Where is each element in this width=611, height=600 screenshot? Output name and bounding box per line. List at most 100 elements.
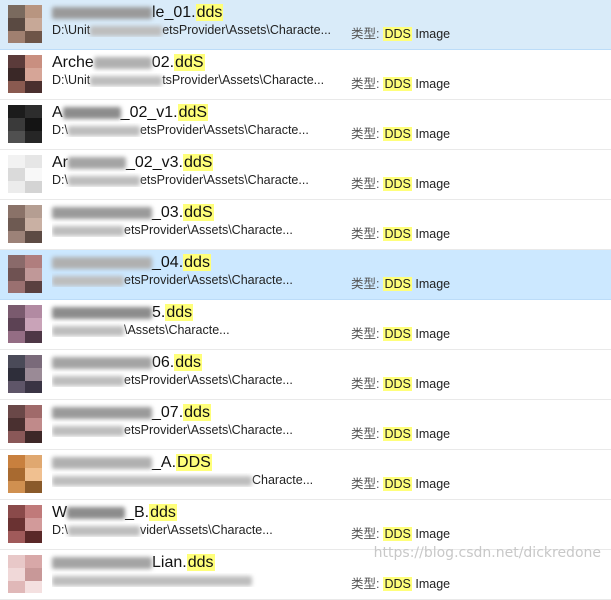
file-thumbnail bbox=[8, 155, 42, 193]
file-extension-highlight: dds bbox=[165, 304, 194, 321]
file-type: 类型: DDS Image bbox=[351, 423, 450, 442]
file-type-highlight: DDS bbox=[383, 277, 412, 291]
file-name-suffix: _07. bbox=[152, 404, 184, 421]
file-type: 类型: DDS Image bbox=[351, 373, 450, 392]
file-type-value: Image bbox=[411, 127, 451, 141]
file-path-suffix: etsProvider\Assets\Characte... bbox=[124, 223, 293, 237]
redacted-text bbox=[52, 575, 252, 586]
redacted-text bbox=[67, 125, 140, 136]
file-extension-highlight: ddS bbox=[177, 104, 209, 121]
file-type-value: Image bbox=[411, 277, 451, 291]
file-type-highlight: DDS bbox=[383, 127, 412, 141]
file-extension-highlight: dds bbox=[174, 354, 203, 371]
file-thumbnail bbox=[8, 205, 42, 243]
file-path: D:\ etsProvider\Assets\Characte... bbox=[52, 173, 338, 187]
file-type-value: Image bbox=[411, 527, 451, 541]
file-path: D:\ vider\Assets\Characte... bbox=[52, 523, 338, 537]
file-path: D:\ etsProvider\Assets\Characte... bbox=[52, 123, 338, 137]
file-row[interactable]: _A.DDS Characte... 类型: DDS Image bbox=[0, 450, 611, 500]
redacted-text bbox=[52, 375, 124, 386]
redacted-text bbox=[67, 525, 140, 536]
file-row[interactable]: A _02_v1.ddS D:\ etsProvider\Assets\Charact… bbox=[0, 100, 611, 150]
file-thumbnail bbox=[8, 405, 42, 443]
file-thumbnail bbox=[8, 555, 42, 593]
file-name-prefix: W bbox=[52, 504, 68, 521]
redacted-text bbox=[90, 25, 163, 36]
redacted-text bbox=[52, 425, 124, 436]
file-type-highlight: DDS bbox=[383, 377, 412, 391]
file-type-label: 类型: bbox=[351, 127, 380, 141]
file-path: etsProvider\Assets\Characte... bbox=[52, 373, 338, 387]
file-name: W _B.dds bbox=[52, 504, 177, 522]
file-row[interactable]: W _B.dds D:\ vider\Assets\Characte... 类型: DDS… bbox=[0, 500, 611, 550]
redacted-text bbox=[52, 6, 152, 19]
file-type-label: 类型: bbox=[351, 177, 380, 191]
file-type-label: 类型: bbox=[351, 277, 380, 291]
file-type-value: Image bbox=[411, 27, 451, 41]
file-name-suffix: _B. bbox=[125, 504, 150, 521]
file-name-suffix: 02. bbox=[151, 54, 175, 71]
redacted-text bbox=[52, 306, 152, 319]
redacted-text bbox=[67, 506, 126, 519]
file-row[interactable]: _04.dds etsProvider\Assets\Characte... 类型:… bbox=[0, 250, 611, 300]
file-type-highlight: DDS bbox=[383, 227, 412, 241]
file-name-suffix: _02_v1. bbox=[120, 104, 178, 121]
file-type-highlight: DDS bbox=[383, 427, 412, 441]
file-thumbnail bbox=[8, 455, 42, 493]
file-row[interactable]: Ar _02_v3.ddS D:\ etsProvider\Assets\Charac… bbox=[0, 150, 611, 200]
search-results-list: le_01.dds D:\Unit etsProvider\Assets\Chara… bbox=[0, 0, 611, 600]
file-path-prefix: D:\Unit bbox=[52, 23, 91, 37]
file-name-suffix: _03. bbox=[152, 204, 184, 221]
file-type-highlight: DDS bbox=[383, 477, 412, 491]
file-type-value: Image bbox=[411, 577, 451, 591]
file-path-suffix: etsProvider\Assets\Characte... bbox=[139, 123, 309, 137]
file-thumbnail bbox=[8, 305, 42, 343]
file-type-label: 类型: bbox=[351, 77, 380, 91]
redacted-text bbox=[52, 225, 124, 236]
file-extension-highlight: DDS bbox=[176, 454, 212, 471]
file-name: le_01.dds bbox=[52, 4, 224, 22]
file-type-label: 类型: bbox=[351, 27, 380, 41]
redacted-text bbox=[52, 325, 124, 336]
redacted-text bbox=[68, 156, 126, 169]
file-path: Characte... bbox=[52, 473, 338, 487]
file-row[interactable]: 06.dds etsProvider\Assets\Characte... 类型: D… bbox=[0, 350, 611, 400]
file-type-highlight: DDS bbox=[383, 327, 412, 341]
file-path bbox=[52, 573, 338, 587]
file-path-prefix: D:\ bbox=[52, 123, 68, 137]
file-name-suffix: le_01. bbox=[152, 4, 196, 21]
redacted-text bbox=[62, 106, 121, 119]
file-path-suffix: vider\Assets\Characte... bbox=[139, 523, 273, 537]
file-path-suffix: etsProvider\Assets\Characte... bbox=[162, 23, 332, 37]
redacted-text bbox=[67, 175, 140, 186]
file-type: 类型: DDS Image bbox=[351, 323, 450, 342]
redacted-text bbox=[52, 256, 152, 269]
file-type-label: 类型: bbox=[351, 327, 380, 341]
file-extension-highlight: ddS bbox=[174, 54, 205, 71]
file-extension-highlight: dds bbox=[183, 404, 211, 421]
file-name-suffix: 06. bbox=[152, 354, 175, 371]
file-type-value: Image bbox=[411, 377, 451, 391]
file-type-highlight: DDS bbox=[383, 177, 412, 191]
file-type: 类型: DDS Image bbox=[351, 123, 450, 142]
file-path-prefix: D:\ bbox=[52, 173, 68, 187]
file-thumbnail bbox=[8, 255, 42, 293]
file-row[interactable]: _07.dds etsProvider\Assets\Characte... 类型:… bbox=[0, 400, 611, 450]
file-type-label: 类型: bbox=[351, 577, 380, 591]
file-row[interactable]: Arche 02.ddS D:\Unit tsProvider\Assets\Char… bbox=[0, 50, 611, 100]
file-type-label: 类型: bbox=[351, 427, 380, 441]
file-row[interactable]: _03.ddS etsProvider\Assets\Characte... 类型:… bbox=[0, 200, 611, 250]
file-extension-highlight: ddS bbox=[183, 204, 214, 221]
file-row[interactable]: le_01.dds D:\Unit etsProvider\Assets\Chara… bbox=[0, 0, 611, 50]
file-name-suffix: 5. bbox=[152, 304, 166, 321]
redacted-text bbox=[52, 475, 252, 486]
file-type-highlight: DDS bbox=[383, 77, 412, 91]
file-name-suffix: _04. bbox=[152, 254, 184, 271]
file-name: _A.DDS bbox=[52, 454, 212, 472]
file-row[interactable]: 5.dds \Assets\Characte... 类型: DDS Image bbox=[0, 300, 611, 350]
file-name-suffix: _A. bbox=[152, 454, 177, 471]
file-name: _07.dds bbox=[52, 404, 211, 422]
file-path: etsProvider\Assets\Characte... bbox=[52, 423, 338, 437]
redacted-text bbox=[93, 56, 152, 69]
file-path-suffix: etsProvider\Assets\Characte... bbox=[124, 273, 293, 287]
